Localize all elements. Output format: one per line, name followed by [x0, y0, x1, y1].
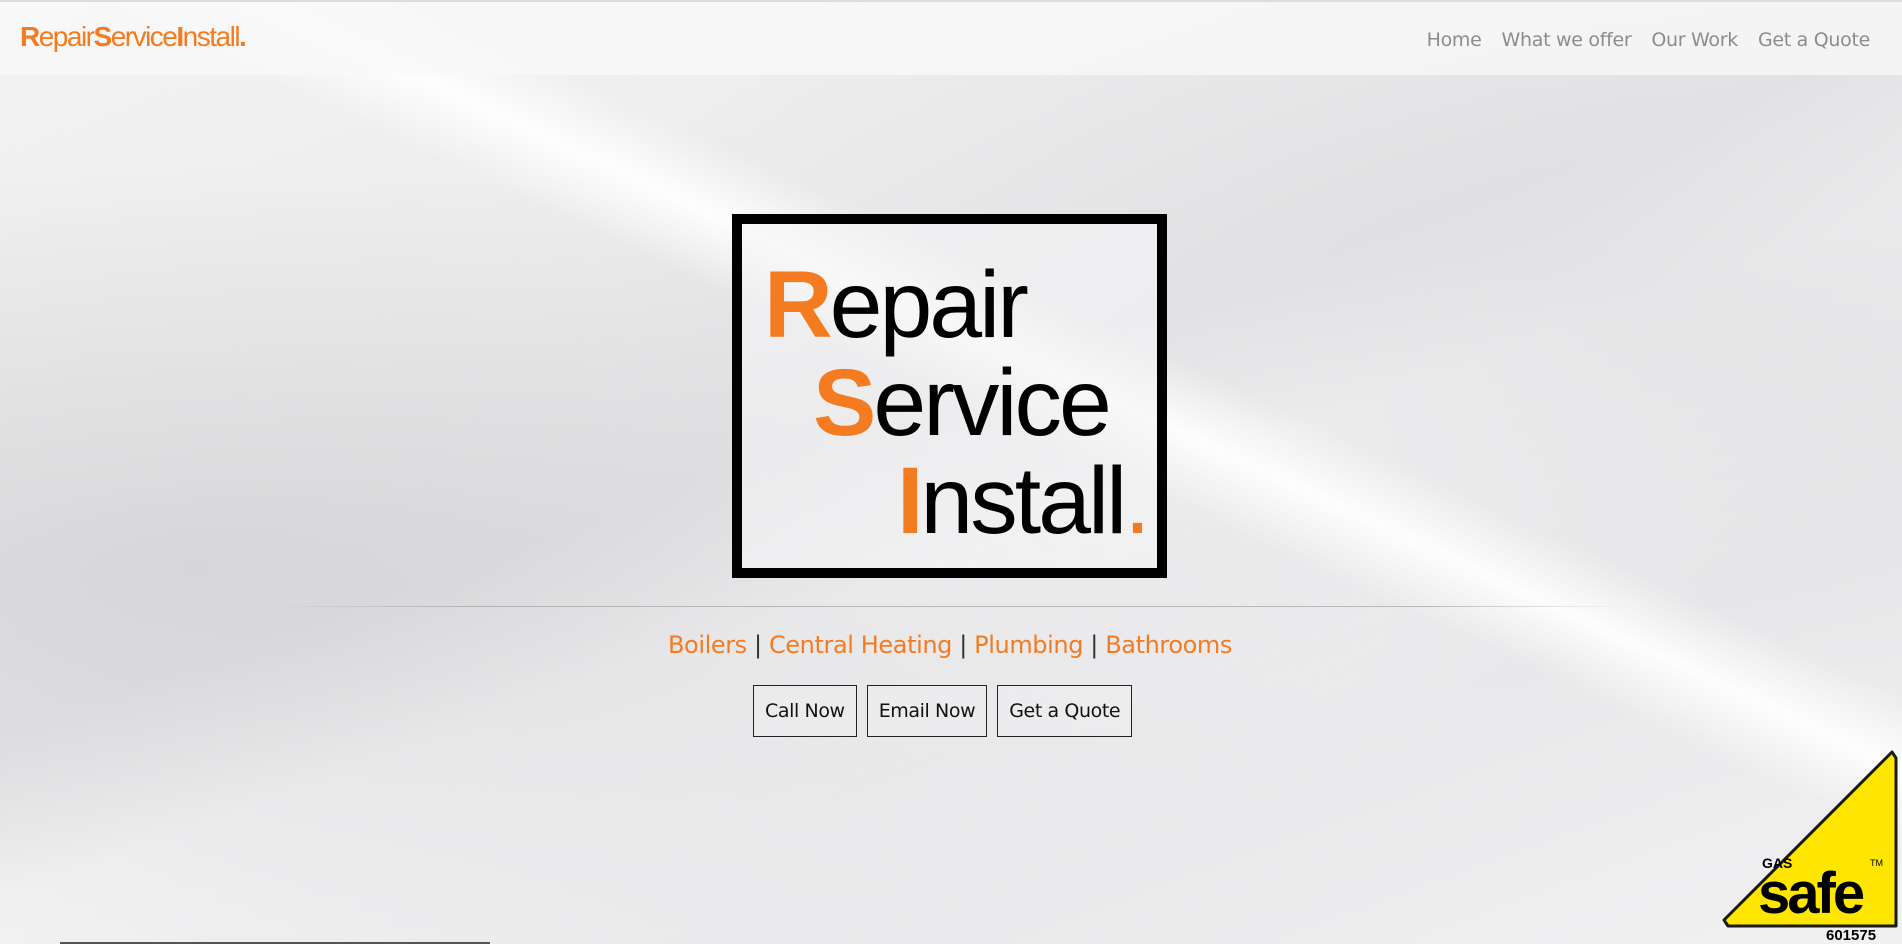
service-separator: | [1090, 631, 1098, 659]
service-separator: | [959, 631, 967, 659]
nav-what-we-offer[interactable]: What we offer [1502, 26, 1632, 54]
hero-logo: Repair Service Install. [732, 214, 1167, 578]
logo-cap-i: I [897, 448, 923, 554]
email-now-button[interactable]: Email Now [866, 685, 988, 737]
gas-safe-safe-text: safe [1758, 861, 1864, 926]
brand-logo-link[interactable]: RepairServiceInstall. [20, 20, 247, 54]
logo-dot: . [1124, 448, 1150, 554]
gas-safe-tm-text: TM [1870, 858, 1883, 868]
brand-text-install: nstall [182, 21, 241, 52]
brand-letter-s: S [93, 21, 113, 52]
hero-actions: Call Now Email Now Get a Quote [753, 685, 1133, 737]
logo-text-service: ervice [873, 350, 1111, 456]
service-separator: | [754, 631, 762, 659]
service-plumbing: Plumbing [974, 631, 1084, 659]
logo-cap-r: R [764, 252, 833, 358]
logo-cap-s: S [813, 350, 876, 456]
brand-text-service: ervice [110, 21, 178, 52]
logo-line-service: Service [813, 356, 1112, 451]
logo-line-repair: Repair [764, 258, 1029, 353]
nav-home[interactable]: Home [1427, 26, 1482, 54]
get-a-quote-button[interactable]: Get a Quote [997, 685, 1133, 737]
services-line: Boilers | Central Heating | Plumbing | B… [0, 628, 1900, 662]
nav-our-work[interactable]: Our Work [1651, 26, 1738, 54]
hero-divider [270, 606, 1632, 607]
service-boilers: Boilers [667, 631, 747, 659]
navbar: RepairServiceInstall. Home What we offer… [0, 0, 1902, 75]
gas-safe-triangle-icon: GAS TM safe 601575 [1722, 750, 1898, 944]
logo-text-repair: epair [829, 252, 1029, 358]
logo-text-install: nstall [920, 448, 1127, 554]
logo-line-install: Install. [897, 454, 1151, 549]
nav-get-a-quote[interactable]: Get a Quote [1758, 26, 1870, 54]
brand-letter-r: R [20, 21, 40, 52]
main-nav: Home What we offer Our Work Get a Quote [1427, 26, 1871, 54]
service-bathrooms: Bathrooms [1105, 631, 1233, 659]
gas-safe-number-text: 601575 [1826, 927, 1876, 941]
brand-dot: . [239, 21, 247, 52]
brand-text-repair: epair [38, 21, 95, 52]
service-central-heating: Central Heating [768, 631, 953, 659]
gas-safe-badge: GAS TM safe 601575 [1722, 748, 1898, 944]
call-now-button[interactable]: Call Now [753, 685, 857, 737]
